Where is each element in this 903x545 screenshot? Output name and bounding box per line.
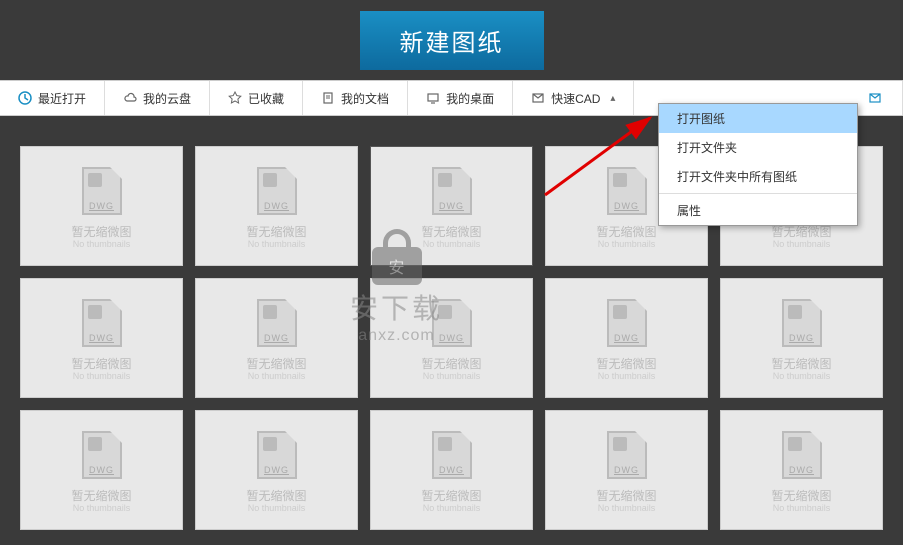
tab-label: 已收藏 xyxy=(248,90,284,107)
thumbnail-caption: 暂无缩微图 xyxy=(596,489,656,503)
menu-divider xyxy=(659,193,857,194)
thumbnail-subcaption: No thumbnails xyxy=(773,371,831,381)
thumbnail-caption: 暂无缩微图 xyxy=(71,357,131,371)
thumbnail-subcaption: No thumbnails xyxy=(773,239,831,249)
thumbnail-caption: 暂无缩微图 xyxy=(596,225,656,239)
thumbnail-caption: 暂无缩微图 xyxy=(421,225,481,239)
tab-label: 快速CAD xyxy=(551,90,600,107)
thumbnail-caption: 暂无缩微图 xyxy=(71,225,131,239)
dwg-file-icon: DWG xyxy=(253,427,301,483)
thumbnail-subcaption: No thumbnails xyxy=(248,371,306,381)
dwg-file-icon: DWG xyxy=(253,163,301,219)
dwg-file-icon: DWG xyxy=(78,163,126,219)
cloud-icon xyxy=(123,91,137,105)
dwg-file-icon: DWG xyxy=(78,295,126,351)
tab-recent[interactable]: 最近打开 xyxy=(0,81,105,115)
dwg-file-icon: DWG xyxy=(778,295,826,351)
thumbnail-caption: 暂无缩微图 xyxy=(771,225,831,239)
thumbnail-caption: 暂无缩微图 xyxy=(771,357,831,371)
menu-properties[interactable]: 属性 xyxy=(659,196,857,225)
thumbnail-subcaption: No thumbnails xyxy=(423,371,481,381)
thumbnail-caption: 暂无缩微图 xyxy=(71,489,131,503)
thumbnail-caption: 暂无缩微图 xyxy=(596,357,656,371)
tab-label: 我的云盘 xyxy=(143,90,191,107)
tab-label: 我的桌面 xyxy=(446,90,494,107)
dwg-file-icon: DWG xyxy=(603,427,651,483)
thumbnail-item[interactable]: DWG 暂无缩微图 No thumbnails xyxy=(195,278,358,398)
thumbnail-item[interactable]: DWG 暂无缩微图 No thumbnails xyxy=(545,410,708,530)
context-menu: 打开图纸 打开文件夹 打开文件夹中所有图纸 属性 xyxy=(658,103,858,226)
dwg-file-icon: DWG xyxy=(778,427,826,483)
mail-icon xyxy=(868,91,882,105)
menu-open-folder[interactable]: 打开文件夹 xyxy=(659,133,857,162)
thumbnail-item[interactable]: DWG 暂无缩微图 No thumbnails xyxy=(195,410,358,530)
thumbnail-subcaption: No thumbnails xyxy=(598,371,656,381)
thumbnail-subcaption: No thumbnails xyxy=(248,239,306,249)
dwg-file-icon: DWG xyxy=(603,163,651,219)
tab-documents[interactable]: 我的文档 xyxy=(303,81,408,115)
dwg-file-icon: DWG xyxy=(428,427,476,483)
thumbnail-item[interactable]: DWG 暂无缩微图 No thumbnails xyxy=(370,410,533,530)
thumbnail-item[interactable]: DWG 暂无缩微图 No thumbnails xyxy=(20,278,183,398)
thumbnail-subcaption: No thumbnails xyxy=(73,371,131,381)
thumbnail-caption: 暂无缩微图 xyxy=(246,357,306,371)
thumbnail-caption: 暂无缩微图 xyxy=(246,225,306,239)
thumbnail-subcaption: No thumbnails xyxy=(598,239,656,249)
thumbnail-item[interactable]: DWG 暂无缩微图 No thumbnails xyxy=(20,146,183,266)
thumbnail-item[interactable]: DWG 暂无缩微图 No thumbnails xyxy=(195,146,358,266)
new-drawing-button[interactable]: 新建图纸 xyxy=(360,11,544,70)
thumbnail-subcaption: No thumbnails xyxy=(598,503,656,513)
mail-icon xyxy=(531,91,545,105)
dwg-file-icon: DWG xyxy=(428,163,476,219)
tab-favorites[interactable]: 已收藏 xyxy=(210,81,303,115)
tab-quickcad[interactable]: 快速CAD ▴ xyxy=(513,81,634,115)
document-icon xyxy=(321,91,335,105)
thumbnail-caption: 暂无缩微图 xyxy=(771,489,831,503)
dwg-file-icon: DWG xyxy=(428,295,476,351)
thumbnail-subcaption: No thumbnails xyxy=(423,503,481,513)
star-icon xyxy=(228,91,242,105)
menu-open-all-in-folder[interactable]: 打开文件夹中所有图纸 xyxy=(659,162,857,191)
tab-cloud[interactable]: 我的云盘 xyxy=(105,81,210,115)
dwg-file-icon: DWG xyxy=(603,295,651,351)
clock-icon xyxy=(18,91,32,105)
desktop-icon xyxy=(426,91,440,105)
tab-desktop[interactable]: 我的桌面 xyxy=(408,81,513,115)
menu-open-drawing[interactable]: 打开图纸 xyxy=(659,104,857,133)
thumbnail-caption: 暂无缩微图 xyxy=(421,489,481,503)
thumbnail-subcaption: No thumbnails xyxy=(73,239,131,249)
thumbnail-subcaption: No thumbnails xyxy=(73,503,131,513)
thumbnail-subcaption: No thumbnails xyxy=(773,503,831,513)
thumbnail-subcaption: No thumbnails xyxy=(248,503,306,513)
thumbnail-item[interactable]: DWG 暂无缩微图 No thumbnails xyxy=(20,410,183,530)
thumbnail-subcaption: No thumbnails xyxy=(423,239,481,249)
tab-label: 最近打开 xyxy=(38,90,86,107)
chevron-up-icon[interactable]: ▴ xyxy=(610,93,615,104)
dwg-file-icon: DWG xyxy=(78,427,126,483)
thumbnail-caption: 暂无缩微图 xyxy=(246,489,306,503)
thumbnail-item[interactable]: DWG 暂无缩微图 No thumbnails xyxy=(720,410,883,530)
tab-label: 我的文档 xyxy=(341,90,389,107)
thumbnail-item[interactable]: DWG 暂无缩微图 No thumbnails xyxy=(370,278,533,398)
thumbnail-item[interactable]: DWG 暂无缩微图 No thumbnails xyxy=(370,146,533,266)
thumbnail-item[interactable]: DWG 暂无缩微图 No thumbnails xyxy=(720,278,883,398)
thumbnail-caption: 暂无缩微图 xyxy=(421,357,481,371)
thumbnail-item[interactable]: DWG 暂无缩微图 No thumbnails xyxy=(545,278,708,398)
dwg-file-icon: DWG xyxy=(253,295,301,351)
